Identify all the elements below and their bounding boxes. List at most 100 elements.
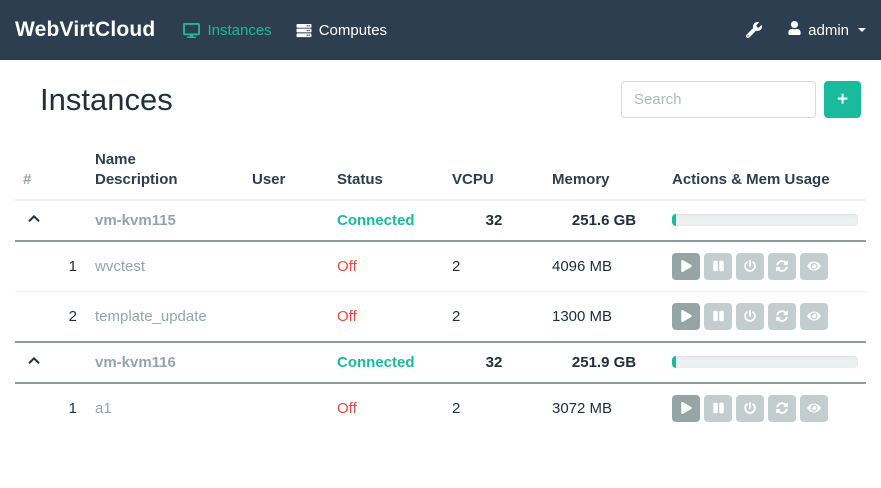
wrench-icon[interactable]: [746, 22, 762, 38]
pause-icon: [713, 402, 724, 414]
nav-item-instances[interactable]: Instances: [183, 22, 271, 39]
page-title: Instances: [15, 82, 173, 118]
search-input[interactable]: [621, 81, 816, 118]
memory-cell: 3072 MB: [544, 383, 664, 433]
nav-label: Instances: [207, 22, 271, 39]
refresh-icon: [776, 310, 788, 322]
vm-number: 1: [15, 241, 87, 292]
host-name-link[interactable]: vm-kvm115: [95, 212, 176, 229]
play-icon: [681, 260, 692, 272]
eye-icon: [807, 260, 821, 272]
actions-cell: [664, 383, 866, 433]
start-vm-button[interactable]: [672, 303, 700, 330]
table-row-host: vm-kvm115 Connected 32 251.6 GB: [15, 200, 866, 241]
user-cell: [244, 200, 329, 241]
view-console-button[interactable]: [800, 253, 828, 280]
mem-usage-cell: [664, 342, 866, 383]
refresh-icon: [776, 402, 788, 414]
col-header-name: Name Description: [87, 142, 244, 200]
table-row-host: vm-kvm116 Connected 32 251.9 GB: [15, 342, 866, 383]
nav-label: Computes: [319, 22, 387, 39]
top-navbar: WebVirtCloud Instances Computes admin: [0, 0, 881, 60]
vm-number: 2: [15, 291, 87, 342]
chevron-up-icon[interactable]: [27, 212, 41, 225]
refresh-icon: [776, 260, 788, 272]
memory-cell: 251.9 GB: [544, 342, 664, 383]
caret-down-icon: [858, 28, 866, 32]
refresh-vm-button[interactable]: [768, 303, 796, 330]
vcpu-cell: 32: [444, 200, 544, 241]
username-label: admin: [808, 22, 849, 39]
user-cell: [244, 291, 329, 342]
memory-cell: 251.6 GB: [544, 200, 664, 241]
memory-cell: 4096 MB: [544, 241, 664, 292]
mem-usage-cell: [664, 200, 866, 241]
play-icon: [681, 310, 692, 322]
desktop-icon: [183, 23, 200, 38]
brand-logo[interactable]: WebVirtCloud: [15, 18, 155, 42]
start-vm-button[interactable]: [672, 395, 700, 422]
vm-name-link[interactable]: template_update: [95, 308, 207, 325]
col-header-num: #: [15, 142, 87, 200]
suspend-vm-button[interactable]: [704, 303, 732, 330]
user-icon: [788, 21, 801, 39]
status-badge: Connected: [329, 342, 444, 383]
vcpu-cell: 2: [444, 241, 544, 292]
table-row-vm: 1 a1 Off 2 3072 MB: [15, 383, 866, 433]
power-off-vm-button[interactable]: [736, 253, 764, 280]
eye-icon: [807, 310, 821, 322]
table-row-vm: 1 wvctest Off 2 4096 MB: [15, 241, 866, 292]
vcpu-cell: 32: [444, 342, 544, 383]
status-badge: Off: [329, 383, 444, 433]
power-off-icon: [744, 260, 756, 272]
refresh-vm-button[interactable]: [768, 395, 796, 422]
status-badge: Off: [329, 291, 444, 342]
table-row-vm: 2 template_update Off 2 1300 MB: [15, 291, 866, 342]
power-off-icon: [744, 402, 756, 414]
mem-usage-bar: [672, 356, 858, 368]
user-menu[interactable]: admin: [788, 21, 866, 39]
col-header-vcpu: VCPU: [444, 142, 544, 200]
nav-item-computes[interactable]: Computes: [296, 22, 387, 39]
col-header-user: User: [244, 142, 329, 200]
actions-cell: [664, 291, 866, 342]
server-icon: [296, 23, 312, 38]
table-header-row: # Name Description User Status VCPU Memo…: [15, 142, 866, 200]
view-console-button[interactable]: [800, 303, 828, 330]
user-cell: [244, 241, 329, 292]
vcpu-cell: 2: [444, 291, 544, 342]
user-cell: [244, 383, 329, 433]
power-off-icon: [744, 310, 756, 322]
mem-usage-bar: [672, 214, 858, 226]
power-off-vm-button[interactable]: [736, 395, 764, 422]
user-cell: [244, 342, 329, 383]
add-instance-button[interactable]: +: [824, 81, 861, 118]
memory-cell: 1300 MB: [544, 291, 664, 342]
vm-number: 1: [15, 383, 87, 433]
suspend-vm-button[interactable]: [704, 253, 732, 280]
instances-table: # Name Description User Status VCPU Memo…: [15, 142, 866, 433]
main-nav: Instances Computes: [183, 22, 387, 39]
status-badge: Off: [329, 241, 444, 292]
vcpu-cell: 2: [444, 383, 544, 433]
vm-name-link[interactable]: a1: [95, 400, 112, 417]
view-console-button[interactable]: [800, 395, 828, 422]
navbar-right: admin: [746, 21, 866, 39]
suspend-vm-button[interactable]: [704, 395, 732, 422]
main-content: Instances + # Name Description User Stat…: [0, 81, 881, 433]
eye-icon: [807, 402, 821, 414]
plus-icon: +: [837, 90, 848, 109]
actions-cell: [664, 241, 866, 292]
refresh-vm-button[interactable]: [768, 253, 796, 280]
col-header-memory: Memory: [544, 142, 664, 200]
col-header-actions: Actions & Mem Usage: [664, 142, 866, 200]
col-header-status: Status: [329, 142, 444, 200]
chevron-up-icon[interactable]: [27, 354, 41, 367]
status-badge: Connected: [329, 200, 444, 241]
vm-name-link[interactable]: wvctest: [95, 258, 145, 275]
pause-icon: [713, 310, 724, 322]
start-vm-button[interactable]: [672, 253, 700, 280]
play-icon: [681, 402, 692, 414]
power-off-vm-button[interactable]: [736, 303, 764, 330]
host-name-link[interactable]: vm-kvm116: [95, 354, 176, 371]
